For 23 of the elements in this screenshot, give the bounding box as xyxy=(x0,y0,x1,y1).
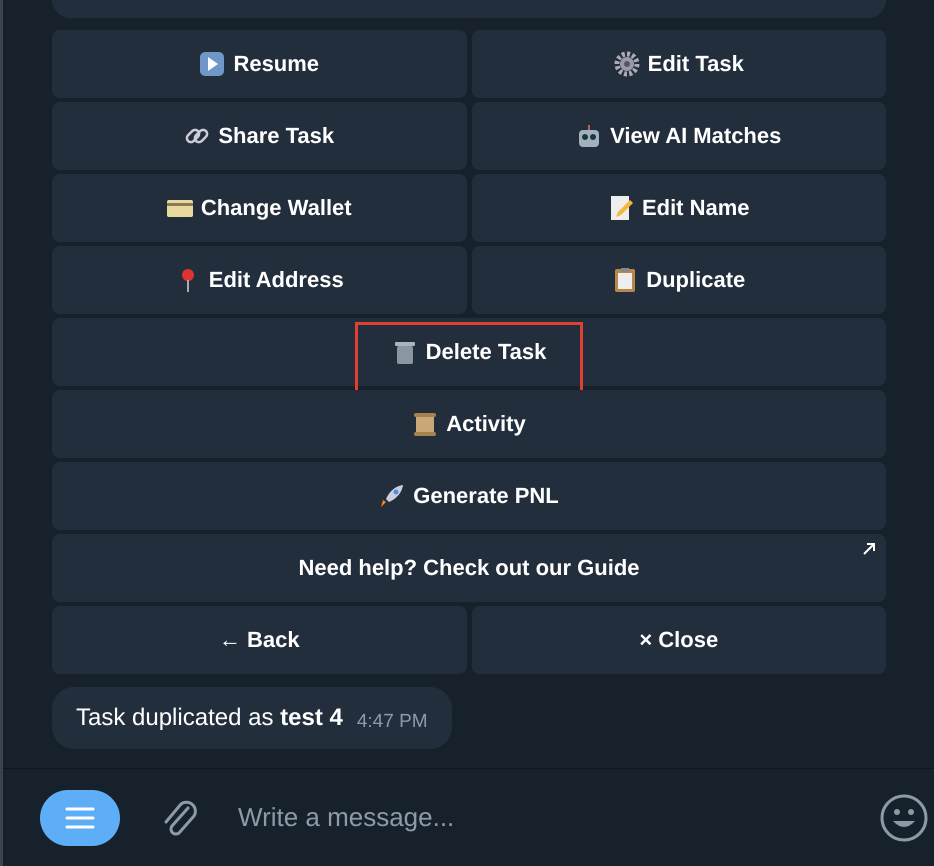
play-icon xyxy=(199,51,226,77)
keyboard-button[interactable]: Share Task xyxy=(52,102,466,170)
keyboard-button[interactable]: Edit Address xyxy=(52,246,466,314)
message-time: 4:47 PM xyxy=(356,711,428,733)
keyboard-button[interactable]: Resume xyxy=(52,30,466,98)
keyboard-button[interactable]: Change Wallet xyxy=(52,174,466,242)
keyboard-button[interactable]: Edit Task xyxy=(472,30,886,98)
keyboard-button[interactable]: View AI Matches xyxy=(472,102,886,170)
external-link-icon xyxy=(862,542,876,556)
smiley-icon[interactable] xyxy=(880,794,928,842)
keyboard-button[interactable]: ← Back xyxy=(52,606,466,674)
message-text: Task duplicated as test 4 xyxy=(76,704,343,732)
keyboard-button[interactable]: Duplicate xyxy=(472,246,886,314)
rocket-icon xyxy=(379,483,406,509)
gear-icon xyxy=(614,51,640,77)
keyboard-button[interactable]: Need help? Check out our Guide xyxy=(52,534,886,602)
keyboard-button[interactable]: Edit Name xyxy=(472,174,886,242)
menu-icon xyxy=(65,806,95,828)
keyboard-button[interactable]: × Close xyxy=(472,606,886,674)
keyboard-button[interactable]: Generate PNL xyxy=(52,462,886,530)
message-input[interactable]: Write a message... xyxy=(236,801,842,834)
keyboard-button[interactable]: Activity xyxy=(52,390,886,458)
scroll-icon xyxy=(412,411,438,437)
